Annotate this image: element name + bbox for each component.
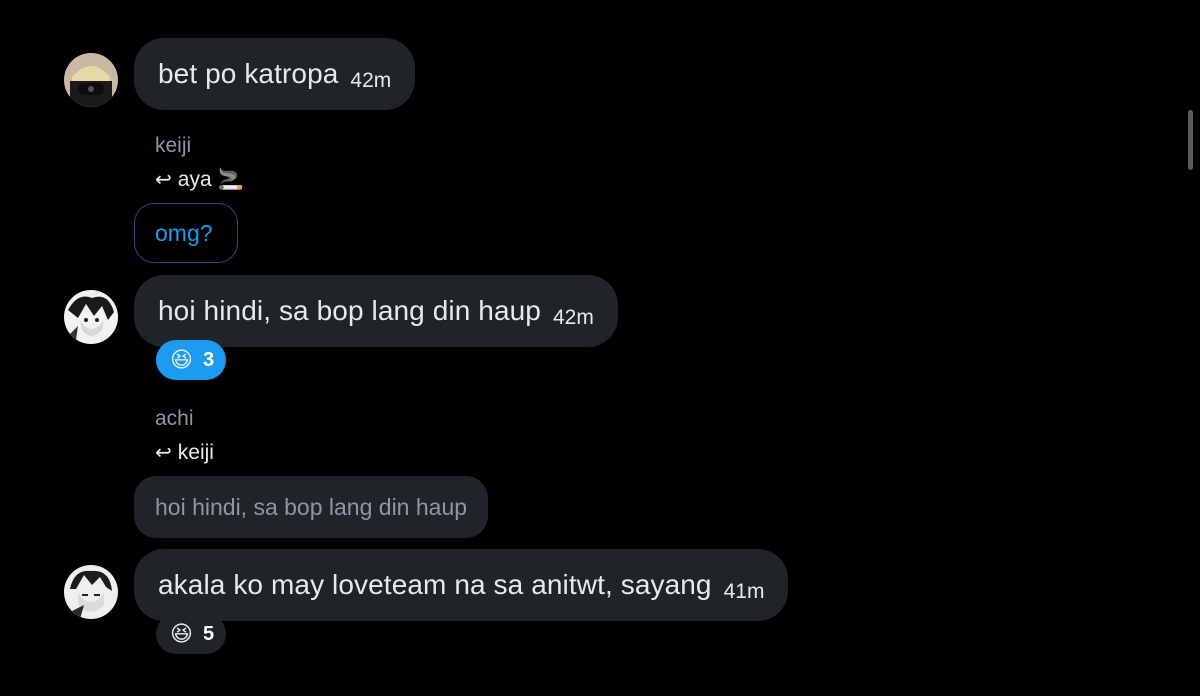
avatar[interactable] [64,53,118,107]
reaction-count: 3 [202,348,215,371]
laughing-face-icon: 😆 [170,347,193,372]
reply-author-name: keiji [155,134,192,157]
reply-arrow-icon: ↩ [155,442,172,464]
reaction-button[interactable]: 😆 5 [156,614,227,654]
scrollbar-thumb[interactable] [1188,110,1193,170]
message-timestamp: 42m [350,69,392,92]
message-text: akala ko may loveteam na sa anitwt, saya… [158,569,712,600]
reply-to-line: ↩ keiji [155,440,214,465]
avatar-image [64,53,118,107]
message-text: bet po katropa [158,58,339,89]
avatar-image [64,565,118,619]
avatar[interactable] [64,565,118,619]
reply-to-name: aya 🚬 [177,167,244,191]
laughing-face-icon: 😆 [170,621,193,646]
quoted-message-text: omg? [155,219,213,246]
message-timestamp: 42m [552,306,594,329]
reply-to-name: keiji [177,440,214,464]
message-bubble[interactable]: hoi hindi, sa bop lang din haup 42m [134,275,618,347]
message-bubble[interactable]: bet po katropa 42m [134,38,416,110]
quoted-message-text: hoi hindi, sa bop lang din haup [155,493,468,520]
quoted-message[interactable]: omg? [134,203,238,263]
message-timestamp: 41m [723,580,765,603]
reaction-button[interactable]: 😆 3 [156,340,227,380]
message-text: hoi hindi, sa bop lang din haup [158,295,541,326]
avatar[interactable] [64,290,118,344]
reaction-count: 5 [202,622,215,645]
reply-to-line: ↩ aya 🚬 [155,167,244,192]
reply-arrow-icon: ↩ [155,169,172,191]
quoted-message[interactable]: hoi hindi, sa bop lang din haup [134,476,489,538]
avatar-image [64,290,118,344]
message-bubble[interactable]: akala ko may loveteam na sa anitwt, saya… [134,549,789,621]
reply-author-name: achi [155,407,194,430]
